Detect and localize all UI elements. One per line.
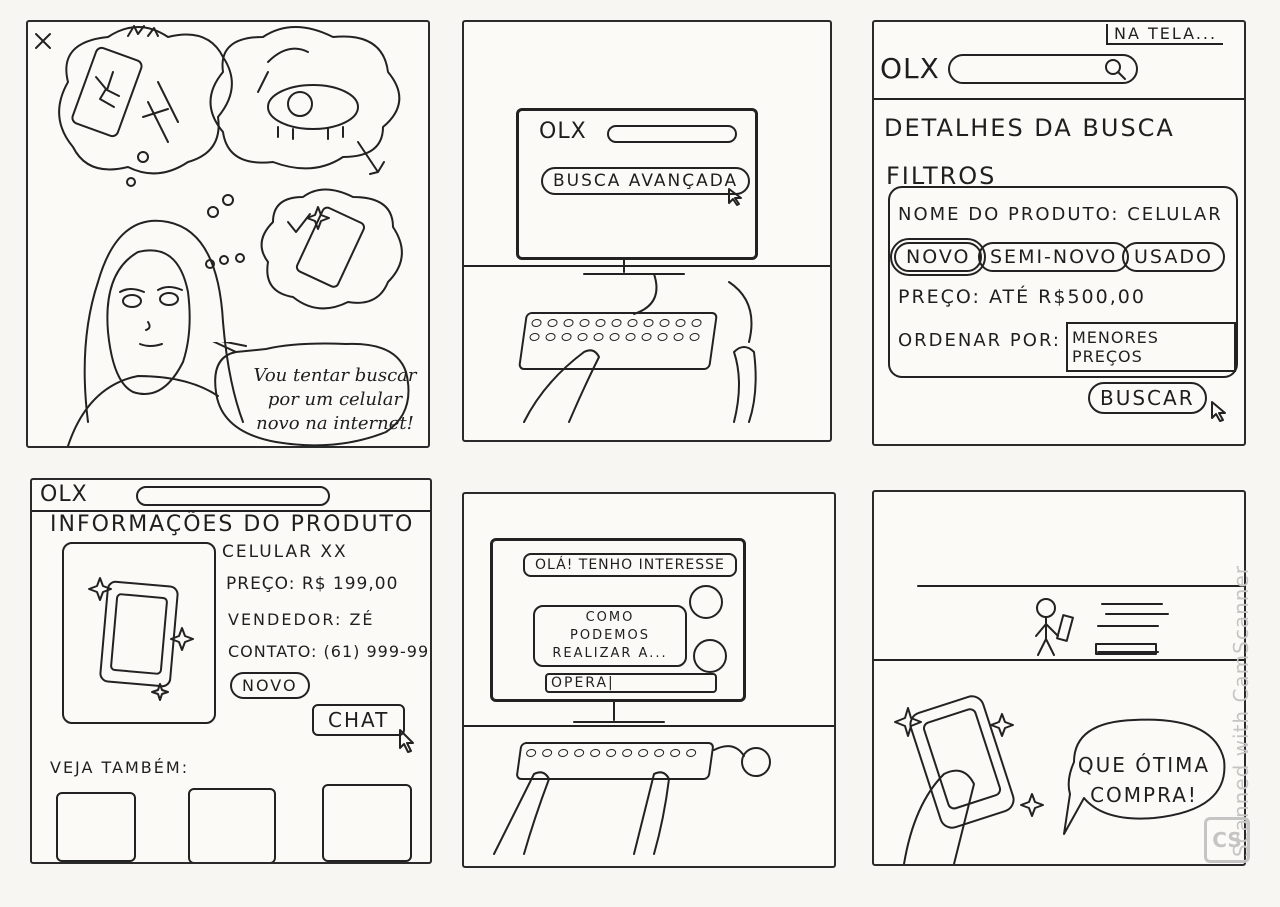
- search-icon: [1105, 59, 1126, 80]
- sort-select[interactable]: MENORES PREÇOS: [1066, 322, 1236, 372]
- desk-drawing: [464, 699, 834, 855]
- chat-button[interactable]: CHAT: [312, 704, 406, 736]
- speech-bubble: Vou tentar buscar por um celular novo na…: [206, 342, 426, 446]
- speech-text: QUE ÓTIMA COMPRA!: [1077, 753, 1211, 807]
- olx-logo: OLX: [40, 482, 88, 507]
- olx-logo: OLX: [880, 52, 940, 85]
- product-name: CELULAR XX: [222, 542, 348, 562]
- panel-3-search-details: NA TELA... OLX DETALHES DA BUSCA FILTROS…: [872, 20, 1246, 446]
- condition-badge: NOVO: [230, 672, 310, 699]
- suggestion-card[interactable]: [56, 792, 136, 862]
- keyboard[interactable]: [515, 742, 715, 780]
- panel-5-chat: OLÁ! TENHO INTERESSE COMO PODEMOS REALIZ…: [462, 492, 836, 868]
- see-also-label: VEJA TAMBÉM:: [50, 758, 190, 777]
- speech-text: Vou tentar buscar por um celular novo na…: [253, 365, 417, 434]
- product-image: [62, 542, 216, 724]
- caption: NA TELA...: [1106, 24, 1224, 45]
- filters-box: NOME DO PRODUTO: CELULAR NOVO SEMI-NOVO …: [888, 186, 1238, 378]
- cursor-icon: [399, 729, 414, 753]
- panel-4-product-info: OLX INFORMAÇÕES DO PRODUTO CELULAR XX PR…: [30, 478, 432, 864]
- condition-new[interactable]: NOVO: [889, 238, 987, 276]
- price-filter[interactable]: PREÇO: ATÉ R$500,00: [898, 286, 1146, 308]
- panel-1-thinking-girl: Vou tentar buscar por um celular novo na…: [26, 20, 430, 448]
- panel-2-computer: OLX BUSCA AVANÇADA: [462, 20, 832, 442]
- cursor-icon: [1211, 401, 1226, 422]
- page-title: INFORMAÇÕES DO PRODUTO: [50, 512, 415, 537]
- seller: VENDEDOR: ZÉ: [228, 610, 375, 629]
- phone-icon: [88, 577, 194, 701]
- camscanner-logo: CS: [1204, 817, 1250, 863]
- search-button[interactable]: BUSCAR: [1088, 382, 1207, 414]
- desk-drawing: [464, 257, 830, 423]
- condition-used[interactable]: USADO: [1122, 242, 1225, 272]
- search-input[interactable]: [948, 54, 1138, 84]
- product-name-field[interactable]: NOME DO PRODUTO: CELULAR: [898, 204, 1223, 225]
- product-price: PREÇO: R$ 199,00: [226, 574, 399, 594]
- sort-label: ORDENAR POR:: [898, 330, 1061, 351]
- keyboard[interactable]: [517, 312, 719, 370]
- search-input[interactable]: [136, 486, 330, 506]
- watermark-text: Scanned with CamScanner: [1229, 565, 1253, 857]
- suggestion-card[interactable]: [188, 788, 276, 862]
- contact: CONTATO: (61) 999-99: [228, 642, 430, 661]
- page-title: DETALHES DA BUSCA: [884, 114, 1175, 142]
- condition-semi-new[interactable]: SEMI-NOVO: [978, 242, 1130, 272]
- panel-6-happy-purchase: QUE ÓTIMA COMPRA!: [872, 490, 1246, 866]
- suggestion-card[interactable]: [322, 784, 412, 862]
